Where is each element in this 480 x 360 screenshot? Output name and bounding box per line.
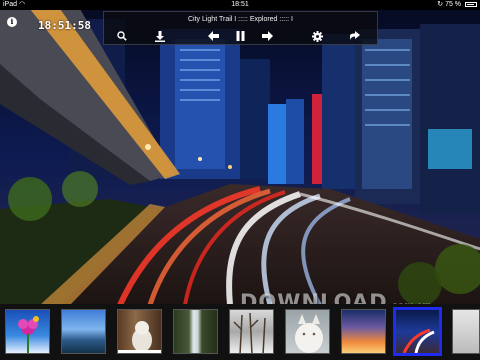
flower-thumbnail-image: [18, 316, 39, 353]
light-trail-thumbnail-image: [402, 328, 435, 353]
download-button[interactable]: [152, 29, 168, 43]
thumbnail[interactable]: [173, 309, 218, 354]
info-icon[interactable]: i: [7, 17, 17, 27]
status-time: 18:51: [231, 1, 249, 8]
status-right: ↻ 75 %: [437, 0, 477, 10]
thumbnail[interactable]: [285, 309, 330, 354]
share-icon: [350, 31, 360, 40]
thumbnail[interactable]: [229, 309, 274, 354]
wolf-thumbnail-image: [118, 321, 161, 353]
arrow-right-icon: [261, 31, 273, 41]
city-night-scene: [0, 9, 480, 305]
toolbar: [104, 29, 377, 43]
white-wolf-thumbnail-image: [295, 314, 323, 353]
thumbnail[interactable]: [61, 309, 106, 354]
arrow-left-icon: [207, 31, 219, 41]
thumbnail[interactable]: [341, 309, 386, 354]
battery-icon: [465, 1, 477, 7]
search-icon: [117, 31, 127, 41]
search-button[interactable]: [114, 29, 130, 43]
clock: 18:51:58: [38, 19, 91, 32]
battery-percent: 75 %: [445, 1, 462, 8]
lock-icon: ↻: [437, 1, 444, 8]
gear-icon: [311, 30, 323, 42]
download-icon: [155, 30, 165, 42]
previous-button[interactable]: [205, 29, 221, 43]
share-button[interactable]: [347, 29, 363, 43]
thumbnail-selected[interactable]: [393, 307, 442, 356]
next-button[interactable]: [259, 29, 275, 43]
main-photo[interactable]: [0, 9, 480, 305]
thumbnail[interactable]: [5, 309, 50, 354]
thumbnail[interactable]: [452, 309, 480, 354]
photo-title: City Light Trail I ::::: Explored ::::: …: [187, 16, 294, 23]
status-bar: iPad ◠ 18:51 ↻ 75 %: [0, 0, 480, 10]
thumbnail[interactable]: [117, 309, 162, 354]
pause-button[interactable]: [232, 29, 248, 43]
thumbnail-strip: [0, 304, 480, 360]
settings-button[interactable]: [309, 29, 325, 43]
trees-thumbnail-image: [233, 312, 266, 353]
title-toolbar: City Light Trail I ::::: Explored ::::: …: [103, 11, 378, 45]
pause-icon: [236, 31, 244, 41]
